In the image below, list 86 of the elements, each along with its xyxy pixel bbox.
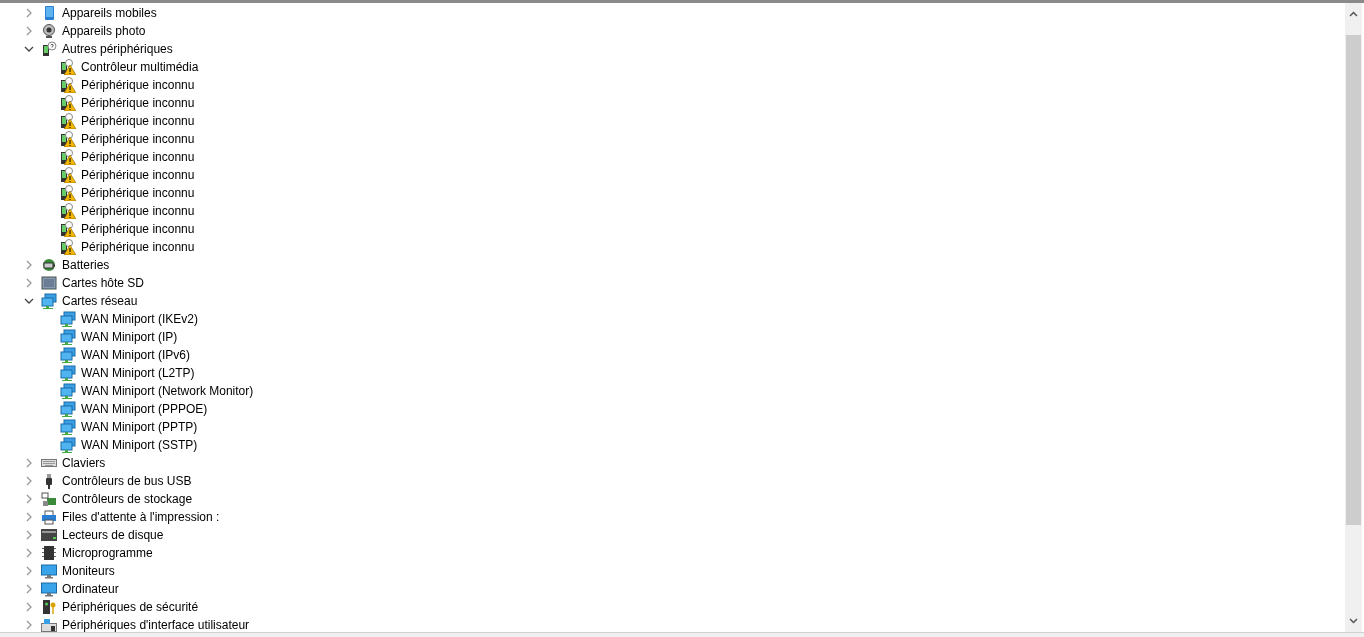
device-label[interactable]: WAN Miniport (L2TP): [81, 366, 195, 380]
category-label[interactable]: Batteries: [62, 258, 110, 272]
device-label[interactable]: Périphérique inconnu: [81, 240, 195, 254]
category-label[interactable]: Microprogramme: [62, 546, 153, 560]
network-icon: [60, 311, 76, 327]
expand-chevron-icon[interactable]: [24, 512, 34, 522]
device-label[interactable]: Périphérique inconnu: [81, 78, 195, 92]
monitor-icon: [41, 581, 57, 597]
device-label[interactable]: WAN Miniport (IPv6): [81, 348, 190, 362]
device-label[interactable]: WAN Miniport (IKEv2): [81, 312, 198, 326]
category-label[interactable]: Contrôleurs de bus USB: [62, 474, 192, 488]
category-label[interactable]: Ordinateur: [62, 582, 119, 596]
battery-icon: [41, 257, 57, 273]
device-label[interactable]: WAN Miniport (IP): [81, 330, 178, 344]
category-label[interactable]: Claviers: [62, 456, 106, 470]
expand-chevron-icon[interactable]: [24, 530, 34, 540]
device-label[interactable]: Périphérique inconnu: [81, 222, 195, 236]
collapse-chevron-icon[interactable]: [24, 296, 34, 306]
device-label[interactable]: Contrôleur multimédia: [81, 60, 199, 74]
device-label[interactable]: Périphérique inconnu: [81, 132, 195, 146]
category-label[interactable]: Autres périphériques: [62, 42, 173, 56]
expand-chevron-icon[interactable]: [24, 278, 34, 288]
warning-icon: [60, 167, 76, 183]
warning-icon: [60, 221, 76, 237]
category-label[interactable]: Moniteurs: [62, 564, 115, 578]
warning-icon: [60, 203, 76, 219]
device-label[interactable]: WAN Miniport (SSTP): [81, 438, 198, 452]
category-label[interactable]: Appareils mobiles: [62, 6, 157, 20]
category-label[interactable]: Périphériques de sécurité: [62, 600, 199, 614]
scrollbar-thumb[interactable]: [1346, 35, 1361, 525]
warning-icon: [60, 113, 76, 129]
expand-chevron-icon[interactable]: [24, 458, 34, 468]
warning-icon: [60, 185, 76, 201]
hid-icon: [41, 617, 57, 632]
expand-chevron-icon[interactable]: [24, 620, 34, 630]
scroll-up-icon[interactable]: [1349, 11, 1358, 17]
warning-icon: [60, 239, 76, 255]
category-label[interactable]: Cartes hôte SD: [62, 276, 145, 290]
device-label[interactable]: WAN Miniport (PPPOE): [81, 402, 208, 416]
scroll-down-icon[interactable]: [1349, 618, 1358, 624]
network-icon: [41, 293, 57, 309]
category-label[interactable]: Cartes réseau: [62, 294, 138, 308]
expand-chevron-icon[interactable]: [24, 476, 34, 486]
category-label[interactable]: Appareils photo: [62, 24, 146, 38]
printer-icon: [41, 509, 57, 525]
device-label[interactable]: Périphérique inconnu: [81, 204, 195, 218]
category-label[interactable]: Contrôleurs de stockage: [62, 492, 193, 506]
expand-chevron-icon[interactable]: [24, 602, 34, 612]
network-icon: [60, 347, 76, 363]
device-label[interactable]: WAN Miniport (Network Monitor): [81, 384, 254, 398]
warning-icon: [60, 131, 76, 147]
network-icon: [60, 383, 76, 399]
vertical-scrollbar[interactable]: [1345, 3, 1362, 632]
device-label[interactable]: Périphérique inconnu: [81, 96, 195, 110]
warning-icon: [60, 95, 76, 111]
chip-icon: [41, 545, 57, 561]
network-icon: [60, 437, 76, 453]
warning-icon: [60, 149, 76, 165]
device-label[interactable]: Périphérique inconnu: [81, 150, 195, 164]
warning-icon: [60, 77, 76, 93]
device-label[interactable]: Périphérique inconnu: [81, 186, 195, 200]
expand-chevron-icon[interactable]: [24, 8, 34, 18]
expand-chevron-icon[interactable]: [24, 566, 34, 576]
network-icon: [60, 419, 76, 435]
security-icon: [41, 599, 57, 615]
network-icon: [60, 365, 76, 381]
network-icon: [60, 329, 76, 345]
unknown-icon: [41, 41, 57, 57]
monitor-icon: [41, 563, 57, 579]
expand-chevron-icon[interactable]: [24, 494, 34, 504]
collapse-chevron-icon[interactable]: [24, 44, 34, 54]
category-label[interactable]: Files d'attente à l'impression :: [62, 510, 220, 524]
category-label[interactable]: Lecteurs de disque: [62, 528, 164, 542]
category-label[interactable]: Périphériques d'interface utilisateur: [62, 618, 250, 632]
device-label[interactable]: Périphérique inconnu: [81, 168, 195, 182]
network-icon: [60, 401, 76, 417]
sdcard-icon: [41, 275, 57, 291]
device-label[interactable]: Périphérique inconnu: [81, 114, 195, 128]
device-label[interactable]: WAN Miniport (PPTP): [81, 420, 198, 434]
storage-icon: [41, 491, 57, 507]
expand-chevron-icon[interactable]: [24, 26, 34, 36]
camera-icon: [41, 23, 57, 39]
warning-icon: [60, 59, 76, 75]
expand-chevron-icon[interactable]: [24, 584, 34, 594]
expand-chevron-icon[interactable]: [24, 260, 34, 270]
expand-chevron-icon[interactable]: [24, 548, 34, 558]
